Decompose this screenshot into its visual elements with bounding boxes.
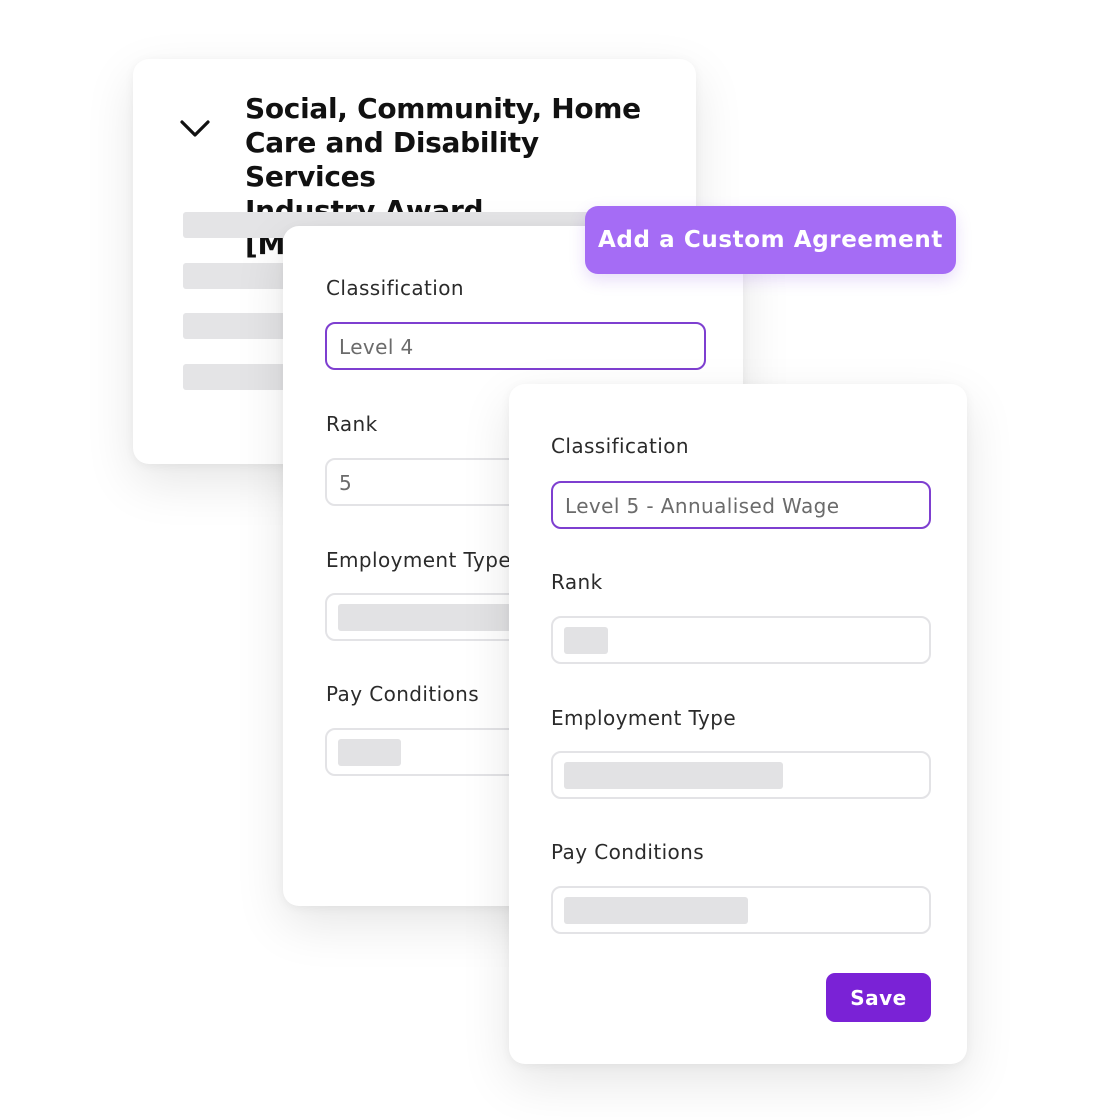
classification-value: Level 4 (339, 335, 414, 359)
classification-field[interactable]: Level 4 (325, 322, 706, 370)
classification-label: Classification (551, 434, 689, 458)
pay-conditions-field[interactable] (551, 886, 931, 934)
save-button[interactable]: Save (826, 973, 931, 1022)
rank-field[interactable] (551, 616, 931, 664)
award-title-line: Social, Community, Home (245, 92, 641, 125)
canvas: Social, Community, Home Care and Disabil… (0, 0, 1120, 1120)
employment-type-label: Employment Type (551, 706, 737, 730)
placeholder-bar (564, 897, 748, 924)
placeholder-bar (338, 739, 401, 766)
classification-label: Classification (326, 276, 464, 300)
pay-conditions-label: Pay Conditions (326, 682, 480, 706)
pay-conditions-label: Pay Conditions (551, 840, 705, 864)
employment-type-field[interactable] (551, 751, 931, 799)
chevron-down-icon[interactable] (178, 116, 212, 140)
employment-type-label: Employment Type (326, 548, 512, 572)
rank-label: Rank (326, 412, 378, 436)
award-title-line: Care and Disability Services (245, 126, 539, 193)
classification-field[interactable]: Level 5 - Annualised Wage (551, 481, 931, 529)
classification-value: Level 5 - Annualised Wage (565, 494, 840, 518)
add-custom-agreement-button[interactable]: Add a Custom Agreement (585, 206, 956, 274)
placeholder-bar (564, 627, 608, 654)
placeholder-bar (564, 762, 783, 789)
rank-label: Rank (551, 570, 603, 594)
rank-value: 5 (339, 471, 353, 495)
